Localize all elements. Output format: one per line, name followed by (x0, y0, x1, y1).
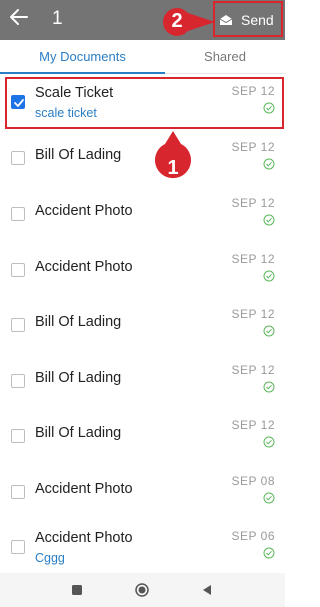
row-checkbox[interactable] (11, 540, 25, 554)
document-name: Bill Of Lading (35, 370, 122, 386)
system-nav-bar (0, 573, 285, 607)
check-circle-icon (263, 325, 275, 337)
step-2-marker: 2 (160, 7, 216, 37)
step-2-number: 2 (171, 10, 183, 32)
send-highlight-box (213, 1, 283, 37)
check-circle-icon (263, 436, 275, 448)
row-checkbox[interactable] (11, 318, 25, 332)
document-name: Bill Of Lading (35, 147, 122, 163)
document-name: Bill Of Lading (35, 425, 122, 441)
document-date: SEP 12 (231, 363, 275, 377)
document-row[interactable]: Bill Of Lading SEP 12 (0, 354, 285, 410)
row-checkbox[interactable] (11, 374, 25, 388)
document-name: Bill Of Lading (35, 314, 122, 330)
selected-row-highlight-box (5, 77, 284, 129)
document-row[interactable]: Accident Photo SEP 12 (0, 243, 285, 299)
document-date: SEP 06 (231, 529, 275, 543)
document-row[interactable]: Accident Photo SEP 12 (0, 187, 285, 243)
document-row[interactable]: Accident Photo SEP 08 (0, 465, 285, 521)
document-tabs: My Documents Shared (0, 40, 285, 74)
selected-count: 1 (52, 8, 63, 29)
document-date: SEP 12 (231, 252, 275, 266)
step-1-number: 1 (167, 157, 179, 179)
back-triangle-icon[interactable] (200, 583, 214, 597)
back-arrow-icon[interactable] (8, 6, 30, 28)
document-name: Accident Photo (35, 259, 133, 275)
check-circle-icon (263, 270, 275, 282)
document-date: SEP 12 (231, 140, 275, 154)
row-checkbox[interactable] (11, 429, 25, 443)
home-circle-icon[interactable] (135, 583, 149, 597)
document-row[interactable]: Bill Of Lading SEP 12 (0, 131, 285, 187)
tab-my-documents[interactable]: My Documents (0, 40, 165, 74)
recents-square-icon[interactable] (70, 583, 84, 597)
check-circle-icon (263, 158, 275, 170)
document-date: SEP 08 (231, 474, 275, 488)
document-name: Accident Photo (35, 530, 133, 546)
document-date: SEP 12 (231, 307, 275, 321)
step-1-marker: 1 (154, 130, 192, 190)
row-checkbox[interactable] (11, 151, 25, 165)
check-circle-icon (263, 547, 275, 559)
row-checkbox[interactable] (11, 485, 25, 499)
check-circle-icon (263, 381, 275, 393)
document-row[interactable]: Bill Of Lading SEP 12 (0, 409, 285, 465)
row-checkbox[interactable] (11, 263, 25, 277)
check-circle-icon (263, 492, 275, 504)
tab-shared[interactable]: Shared (165, 40, 285, 74)
document-row[interactable]: Accident Photo Cggg SEP 06 (0, 520, 285, 576)
document-name: Accident Photo (35, 481, 133, 497)
document-date: SEP 12 (231, 418, 275, 432)
document-subtitle: Cggg (35, 551, 65, 565)
document-name: Accident Photo (35, 203, 133, 219)
row-checkbox[interactable] (11, 207, 25, 221)
document-row[interactable]: Bill Of Lading SEP 12 (0, 298, 285, 354)
check-circle-icon (263, 214, 275, 226)
document-date: SEP 12 (231, 196, 275, 210)
